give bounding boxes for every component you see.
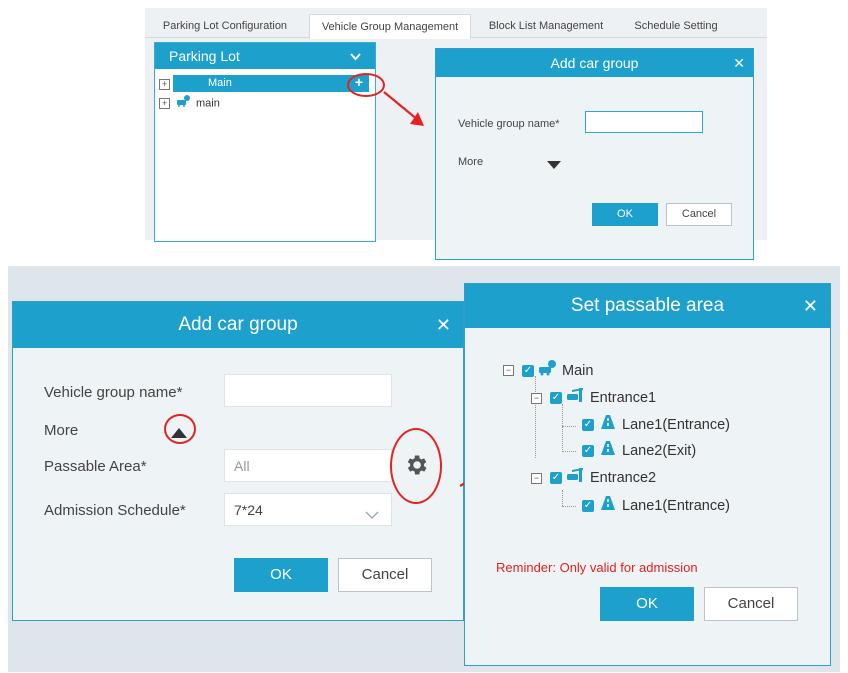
- admission-schedule-label: Admission Schedule*: [44, 502, 186, 519]
- close-icon[interactable]: ✕: [803, 284, 818, 328]
- tree-item-main-selected[interactable]: Main +: [173, 75, 369, 92]
- annotation-arrow-icon: [383, 91, 424, 126]
- tree-item-main-lot[interactable]: main: [177, 95, 220, 111]
- tree-item-label: Lane1(Entrance): [622, 417, 731, 433]
- cancel-button[interactable]: Cancel: [338, 558, 432, 592]
- lane-icon: [599, 496, 617, 516]
- expand-icon[interactable]: +: [159, 98, 170, 109]
- dialog-title-bar: Add car group ✕: [436, 49, 753, 77]
- parking-lot-icon: [539, 360, 557, 382]
- tree-item-entrance2[interactable]: ✓ Entrance2: [550, 468, 656, 488]
- vehicle-group-name-label: Vehicle group name*: [44, 384, 183, 401]
- parking-lot-tree-panel: Parking Lot + Main + + main: [154, 42, 376, 242]
- tree-header-label: Parking Lot: [169, 48, 240, 64]
- annotation-ellipse-more: [164, 414, 196, 444]
- tree-header[interactable]: Parking Lot: [155, 43, 375, 69]
- checkbox-checked-icon[interactable]: ✓: [522, 365, 534, 377]
- tree-connector: [562, 506, 576, 507]
- lane-icon: [599, 441, 617, 461]
- tree-connector: [562, 451, 576, 452]
- cancel-button[interactable]: Cancel: [666, 203, 732, 226]
- dialog-title-bar: Set passable area ✕: [465, 284, 830, 328]
- tree-item-label: Entrance2: [590, 470, 657, 486]
- close-icon[interactable]: ✕: [436, 302, 451, 348]
- annotation-ellipse-gear: [390, 428, 442, 504]
- collapse-icon[interactable]: −: [503, 365, 514, 376]
- tab-bar: Parking Lot Configuration Vehicle Group …: [145, 8, 767, 39]
- tree-item-entrance1-lane2[interactable]: ✓ Lane2(Exit): [582, 441, 696, 461]
- vehicle-group-name-input[interactable]: [585, 111, 703, 133]
- set-passable-area-dialog: Set passable area ✕ − ✓ Main − ✓ Entrance1…: [464, 283, 831, 666]
- passable-area-input[interactable]: All: [224, 449, 392, 482]
- tree-item-label: Main: [562, 362, 594, 379]
- dialog-title: Add car group: [550, 55, 639, 71]
- checkbox-checked-icon[interactable]: ✓: [550, 472, 562, 485]
- admission-schedule-select[interactable]: 7*24: [224, 493, 392, 526]
- passable-area-label: Passable Area*: [44, 458, 147, 475]
- lane-icon: [599, 415, 617, 435]
- close-icon[interactable]: ✕: [733, 49, 745, 77]
- checkbox-checked-icon[interactable]: ✓: [550, 392, 562, 405]
- parking-lot-icon: [177, 95, 191, 112]
- tab-vehicle-group-management[interactable]: Vehicle Group Management: [309, 14, 471, 39]
- tree-connector: [562, 490, 563, 506]
- tree-item-label: Lane1(Entrance): [622, 498, 731, 514]
- tree-connector: [562, 404, 563, 450]
- tab-schedule-setting[interactable]: Schedule Setting: [621, 14, 731, 38]
- vehicle-group-name-input[interactable]: [224, 374, 392, 407]
- dialog-title: Set passable area: [570, 295, 725, 316]
- entrance-gate-icon: [567, 468, 585, 488]
- tree-item-label: main: [196, 97, 220, 110]
- collapse-icon[interactable]: −: [531, 473, 542, 484]
- tree-item-entrance1[interactable]: ✓ Entrance1: [550, 388, 656, 408]
- cancel-button[interactable]: Cancel: [704, 587, 798, 621]
- tab-parking-lot-configuration[interactable]: Parking Lot Configuration: [155, 14, 295, 38]
- collapse-icon[interactable]: −: [531, 393, 542, 404]
- chevron-down-icon[interactable]: [350, 43, 361, 69]
- caret-down-icon[interactable]: [547, 156, 561, 174]
- more-label: More: [458, 156, 484, 168]
- tree-item-label: Main: [208, 77, 232, 89]
- tree-item-entrance1-lane1[interactable]: ✓ Lane1(Entrance): [582, 415, 730, 435]
- more-label: More: [44, 422, 79, 439]
- tree-item-label: Lane2(Exit): [622, 443, 697, 459]
- tree-connector: [535, 376, 536, 458]
- tree-item-main[interactable]: ✓ Main: [522, 360, 593, 380]
- chevron-down-icon: [365, 506, 379, 524]
- checkbox-checked-icon[interactable]: ✓: [582, 419, 594, 432]
- ok-button[interactable]: OK: [234, 558, 328, 592]
- ok-button[interactable]: OK: [600, 587, 694, 621]
- add-car-group-dialog-small: Add car group ✕ Vehicle group name* More…: [435, 48, 754, 260]
- tree-item-entrance2-lane1[interactable]: ✓ Lane1(Entrance): [582, 496, 730, 516]
- vehicle-group-name-label: Vehicle group name*: [458, 118, 560, 130]
- checkbox-checked-icon[interactable]: ✓: [582, 445, 594, 458]
- tree-item-label: Entrance1: [590, 390, 657, 406]
- expand-icon[interactable]: +: [159, 79, 170, 90]
- passable-area-value: All: [234, 458, 250, 474]
- ok-button[interactable]: OK: [592, 203, 658, 226]
- reminder-text: Reminder: Only valid for admission: [496, 560, 698, 575]
- tab-block-list-management[interactable]: Block List Management: [481, 14, 611, 38]
- dialog-title: Add car group: [178, 314, 298, 335]
- dialog-title-bar: Add car group ✕: [13, 302, 463, 348]
- entrance-gate-icon: [567, 388, 585, 408]
- checkbox-checked-icon[interactable]: ✓: [582, 500, 594, 513]
- tree-connector: [562, 426, 576, 427]
